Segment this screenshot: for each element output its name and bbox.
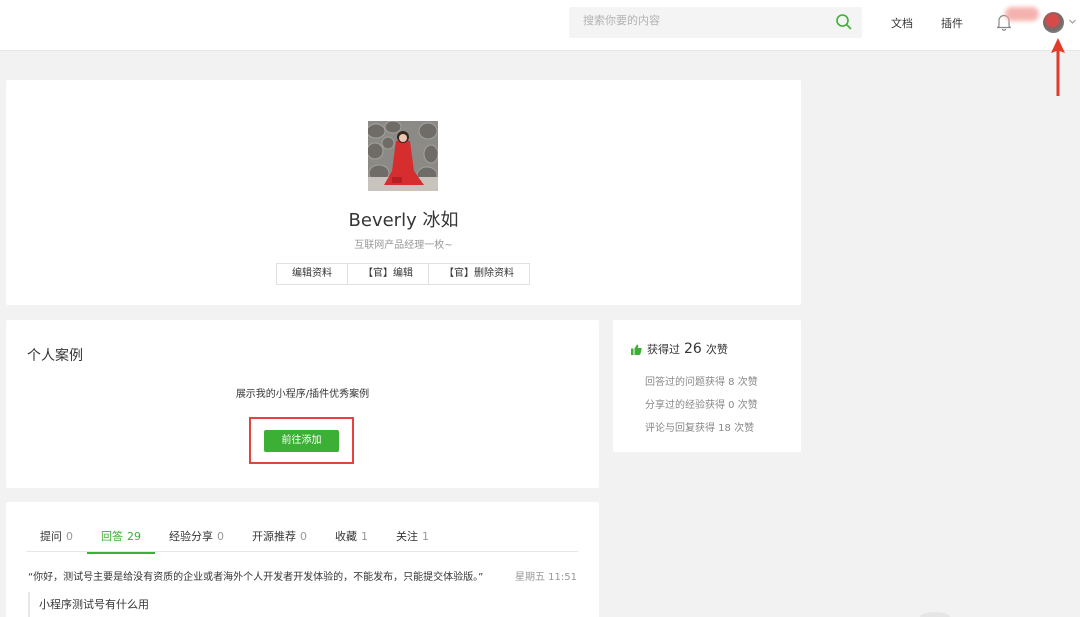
decorative-shadow [920, 612, 950, 617]
redacted-username-mark [1005, 7, 1039, 21]
tab-open-source[interactable]: 开源推荐 0 [238, 526, 321, 551]
tab-experience[interactable]: 经验分享 0 [155, 526, 238, 551]
tab-label: 经验分享 [169, 530, 213, 543]
likes-summary-card: 获得过 26 次赞 回答过的问题获得 8 次赞 分享过的经验获得 0 次赞 评论… [613, 320, 801, 452]
profile-name: Beverly 冰如 [348, 210, 459, 231]
user-avatar[interactable] [1043, 12, 1064, 33]
official-edit-button[interactable]: 【官】编辑 [347, 263, 429, 285]
likes-suffix: 次赞 [705, 343, 728, 356]
nav-link-plugins[interactable]: 插件 [941, 15, 963, 31]
official-delete-profile-button[interactable]: 【官】删除资料 [428, 263, 530, 285]
tab-count: 0 [66, 530, 73, 543]
activity-tabs: 提问 0 回答 29 经验分享 0 开源推荐 0 收藏 1 关注 1 [26, 526, 578, 554]
answer-question-link[interactable]: 小程序测试号有什么用 [28, 592, 149, 617]
profile-photo [368, 121, 438, 191]
likes-total: 获得过 26 次赞 [631, 341, 728, 357]
likes-from-articles: 分享过的经验获得 0 次赞 [645, 400, 758, 411]
nav-link-docs[interactable]: 文档 [891, 15, 913, 31]
answer-excerpt[interactable]: “你好，测试号主要是给没有资质的企业或者海外个人开发者开发体验的，不能发布，只能… [28, 568, 483, 583]
tab-favorites[interactable]: 收藏 1 [321, 526, 382, 551]
search-icon[interactable] [835, 13, 853, 31]
activity-card: 提问 0 回答 29 经验分享 0 开源推荐 0 收藏 1 关注 1 “你好，测试号主要是给… [6, 502, 599, 617]
tab-label: 提问 [40, 530, 62, 543]
tab-answers[interactable]: 回答 29 [87, 526, 155, 554]
tab-count: 1 [422, 530, 429, 543]
edit-profile-button[interactable]: 编辑资料 [276, 263, 348, 285]
cases-title: 个人案例 [27, 348, 83, 364]
tab-count: 0 [217, 530, 224, 543]
likes-from-comments: 评论与回复获得 18 次赞 [645, 423, 755, 434]
tab-questions[interactable]: 提问 0 [26, 526, 87, 551]
profile-card: Beverly 冰如 互联网产品经理一枚~ 编辑资料 【官】编辑 【官】删除资料 [6, 80, 801, 305]
likes-prefix: 获得过 [647, 343, 680, 356]
profile-bio: 互联网产品经理一枚~ [354, 240, 453, 251]
search-box[interactable] [569, 7, 862, 38]
tab-label: 回答 [101, 530, 123, 543]
tab-label: 关注 [396, 530, 418, 543]
tab-following[interactable]: 关注 1 [382, 526, 443, 551]
tab-label: 收藏 [335, 530, 357, 543]
answer-timestamp: 星期五 11:51 [515, 572, 577, 583]
tab-count: 29 [127, 530, 141, 543]
red-annotation-arrow [1051, 38, 1065, 96]
top-navigation-bar: 文档 插件 [0, 0, 1080, 51]
cases-description: 展示我的小程序/插件优秀案例 [235, 389, 370, 400]
tab-count: 1 [361, 530, 368, 543]
likes-from-answers: 回答过的问题获得 8 次赞 [645, 377, 758, 388]
personal-cases-card: 个人案例 展示我的小程序/插件优秀案例 前往添加 [6, 320, 599, 488]
tab-count: 0 [300, 530, 307, 543]
add-case-button[interactable]: 前往添加 [264, 430, 339, 452]
tab-label: 开源推荐 [252, 530, 296, 543]
chevron-down-icon[interactable] [1068, 17, 1077, 26]
search-input[interactable] [583, 14, 823, 27]
likes-count: 26 [684, 341, 702, 357]
profile-actions: 编辑资料 【官】编辑 【官】删除资料 [276, 263, 530, 285]
thumbs-up-icon [631, 344, 642, 355]
